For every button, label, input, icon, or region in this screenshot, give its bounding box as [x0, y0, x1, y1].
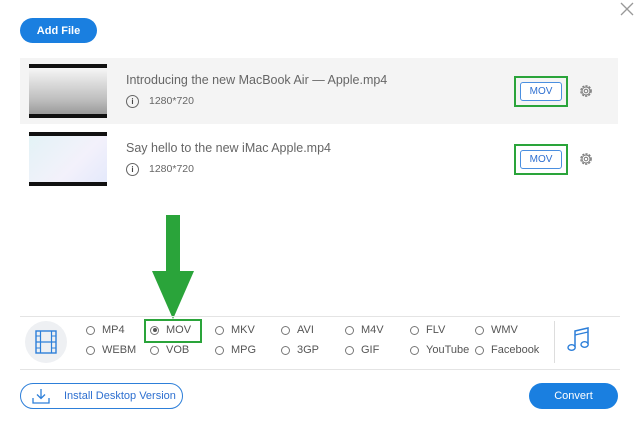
radio-button[interactable]	[281, 325, 290, 335]
convert-button[interactable]: Convert	[529, 383, 618, 409]
music-note-icon[interactable]	[566, 326, 592, 354]
radio-button[interactable]	[345, 345, 354, 355]
format-label: MPG	[231, 344, 257, 356]
install-desktop-button[interactable]: Install Desktop Version	[20, 383, 183, 409]
down-arrow-annotation	[152, 215, 194, 319]
file-resolution: 1280*720	[149, 95, 194, 107]
format-option-vob[interactable]: VOB	[150, 344, 189, 356]
format-option-flv[interactable]: FLV	[410, 324, 445, 336]
format-label: VOB	[166, 344, 190, 356]
format-label: MOV	[166, 324, 192, 336]
format-highlight: MOV	[514, 144, 568, 175]
add-file-button[interactable]: Add File	[20, 18, 97, 43]
file-row-2: Say hello to the new iMac Apple.mp4 i 12…	[20, 126, 618, 192]
format-label: WEBM	[102, 344, 137, 356]
format-option-webm[interactable]: WEBM	[86, 344, 136, 356]
format-option-youtube[interactable]: YouTube	[410, 344, 469, 356]
format-option-mp4[interactable]: MP4	[86, 324, 125, 336]
radio-button[interactable]	[86, 325, 95, 335]
file-resolution: 1280*720	[149, 163, 194, 175]
file-row-1: Introducing the new MacBook Air — Apple.…	[20, 58, 618, 124]
format-label: MKV	[231, 324, 255, 336]
radio-button[interactable]	[410, 325, 419, 335]
video-thumbnail	[29, 64, 107, 118]
film-icon	[35, 330, 57, 354]
output-format-button[interactable]: MOV	[520, 82, 562, 101]
format-label: GIF	[361, 344, 380, 356]
file-name: Introducing the new MacBook Air — Apple.…	[126, 73, 388, 87]
radio-button[interactable]	[215, 345, 224, 355]
file-name: Say hello to the new iMac Apple.mp4	[126, 141, 331, 155]
format-label: FLV	[426, 324, 446, 336]
video-thumbnail	[29, 132, 107, 186]
download-icon	[32, 389, 50, 404]
radio-button[interactable]	[281, 345, 290, 355]
close-icon[interactable]	[620, 2, 634, 16]
info-icon[interactable]: i	[126, 95, 139, 108]
format-label: Facebook	[491, 344, 540, 356]
gear-icon[interactable]	[578, 151, 594, 167]
format-label: MP4	[102, 324, 125, 336]
radio-button[interactable]	[475, 325, 484, 335]
format-highlight: MOV	[514, 76, 568, 107]
radio-button[interactable]	[410, 345, 419, 355]
output-format-button[interactable]: MOV	[520, 150, 562, 169]
radio-button[interactable]	[86, 345, 95, 355]
radio-button[interactable]	[215, 325, 224, 335]
format-label: YouTube	[426, 344, 470, 356]
radio-button[interactable]	[475, 345, 484, 355]
format-option-m4v[interactable]: M4V	[345, 324, 384, 336]
gear-icon[interactable]	[578, 83, 594, 99]
format-label: WMV	[491, 324, 518, 336]
format-option-mpg[interactable]: MPG	[215, 344, 256, 356]
format-option-3gp[interactable]: 3GP	[281, 344, 319, 356]
divider	[554, 321, 555, 363]
format-label: M4V	[361, 324, 384, 336]
format-label: 3GP	[297, 344, 320, 356]
format-option-facebook[interactable]: Facebook	[475, 344, 539, 356]
format-label: AVI	[297, 324, 314, 336]
radio-button[interactable]	[150, 345, 159, 355]
format-option-wmv[interactable]: WMV	[475, 324, 518, 336]
format-option-mkv[interactable]: MKV	[215, 324, 255, 336]
install-label: Install Desktop Version	[64, 390, 176, 402]
radio-button[interactable]	[345, 325, 354, 335]
format-option-avi[interactable]: AVI	[281, 324, 314, 336]
format-option-mov[interactable]: MOV	[150, 324, 191, 336]
radio-button[interactable]	[150, 325, 159, 335]
format-option-gif[interactable]: GIF	[345, 344, 379, 356]
info-icon[interactable]: i	[126, 163, 139, 176]
